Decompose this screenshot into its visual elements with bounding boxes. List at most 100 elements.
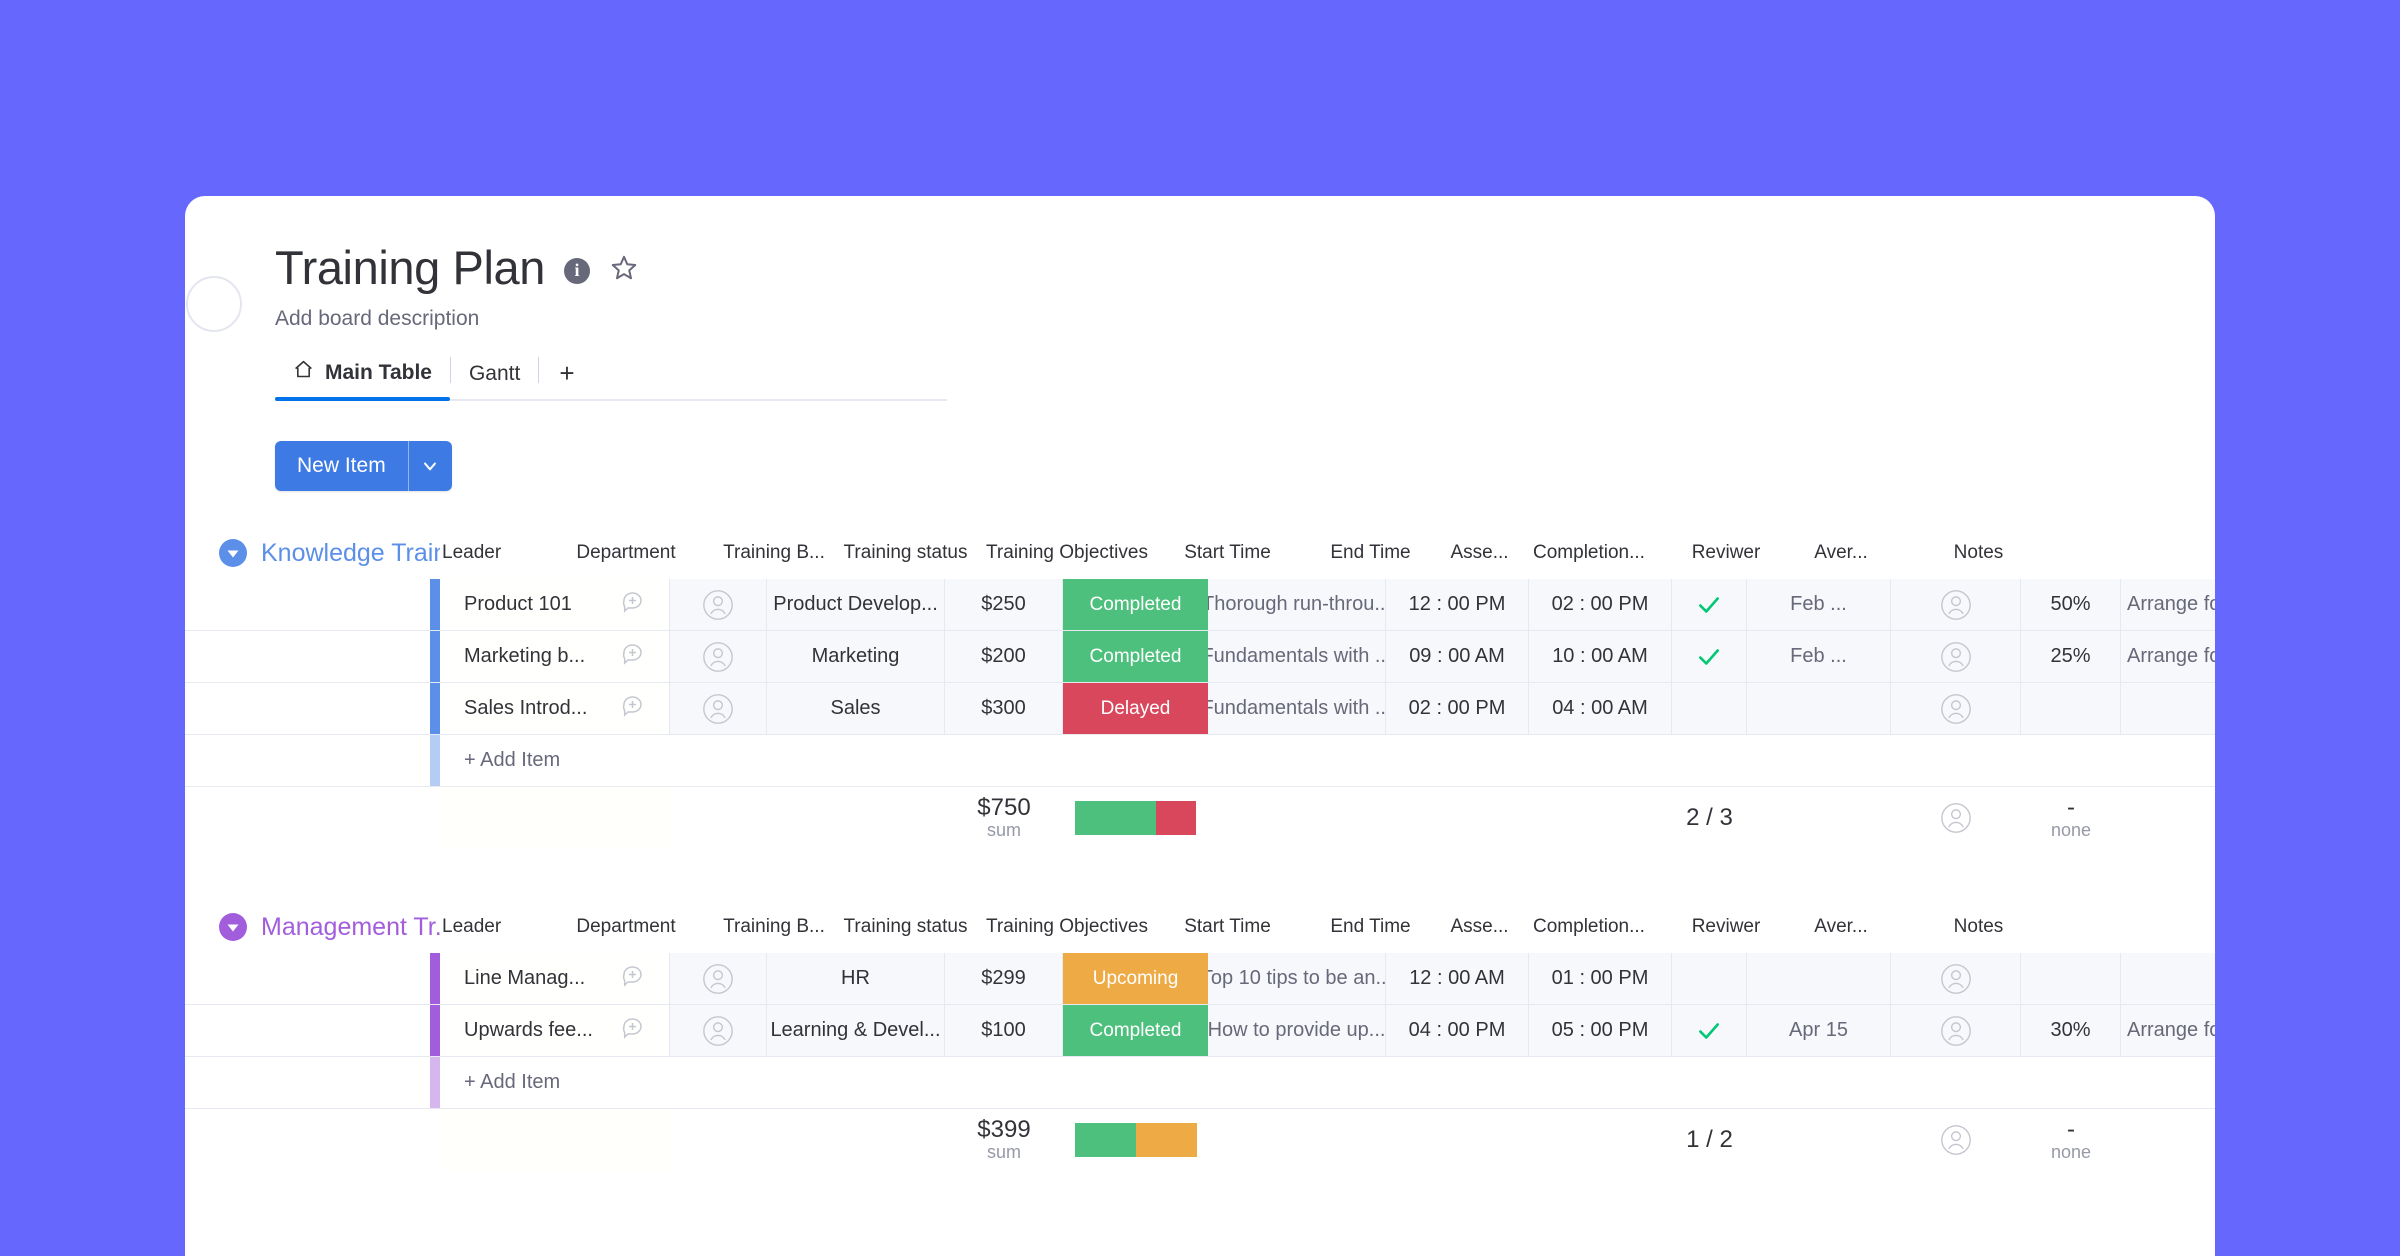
leader-cell[interactable] <box>670 631 767 682</box>
budget-cell[interactable]: $200 <box>945 631 1063 682</box>
assessment-cell[interactable] <box>1672 953 1747 1004</box>
add-update-icon[interactable] <box>621 963 647 995</box>
new-item-button[interactable]: New Item <box>275 441 408 491</box>
star-icon[interactable] <box>609 253 639 288</box>
status-cell[interactable]: Completed <box>1063 1005 1208 1056</box>
start-time-cell[interactable]: 09 : 00 AM <box>1386 631 1529 682</box>
column-header[interactable]: Training status <box>833 542 978 564</box>
start-time-cell[interactable]: 12 : 00 AM <box>1386 953 1529 1004</box>
status-cell[interactable]: Completed <box>1063 631 1208 682</box>
column-header[interactable]: Training status <box>833 916 978 938</box>
assessment-cell[interactable] <box>1672 631 1747 682</box>
objectives-cell[interactable]: How to provide up... <box>1208 1005 1386 1056</box>
column-header[interactable]: Leader <box>440 916 537 938</box>
department-cell[interactable]: HR <box>767 953 945 1004</box>
notes-cell[interactable]: Arrange follow up... <box>2121 1005 2215 1056</box>
column-header[interactable]: Asse... <box>1442 542 1517 564</box>
tab-main-table[interactable]: Main Table <box>275 353 450 401</box>
budget-cell[interactable]: $100 <box>945 1005 1063 1056</box>
summary-budget-cell[interactable]: $750 sum <box>945 787 1063 849</box>
notes-cell[interactable]: Arrange follow up... <box>2121 579 2215 630</box>
reviewer-cell[interactable] <box>1891 953 2021 1004</box>
completion-cell[interactable]: Apr 15 <box>1747 1005 1891 1056</box>
summary-assessment-cell[interactable]: 2 / 3 <box>1672 787 1747 849</box>
summary-reviewer-cell[interactable] <box>1891 1109 2021 1171</box>
average-cell[interactable] <box>2021 683 2121 734</box>
add-item-button[interactable]: + Add Item <box>440 1057 670 1108</box>
end-time-cell[interactable]: 10 : 00 AM <box>1529 631 1672 682</box>
add-update-icon[interactable] <box>621 641 647 673</box>
assessment-cell[interactable] <box>1672 1005 1747 1056</box>
leader-cell[interactable] <box>670 1005 767 1056</box>
table-row[interactable]: Sales Introd... Sales $300 Delayed Fundament… <box>185 683 2215 735</box>
add-tab-button[interactable]: + <box>539 354 594 399</box>
reviewer-cell[interactable] <box>1891 1005 2021 1056</box>
department-cell[interactable]: Learning & Devel... <box>767 1005 945 1056</box>
notes-cell[interactable] <box>2121 683 2215 734</box>
average-cell[interactable]: 50% <box>2021 579 2121 630</box>
average-cell[interactable]: 30% <box>2021 1005 2121 1056</box>
column-header[interactable]: Aver... <box>1791 542 1891 564</box>
start-time-cell[interactable]: 02 : 00 PM <box>1386 683 1529 734</box>
column-header[interactable]: End Time <box>1299 542 1442 564</box>
add-update-icon[interactable] <box>621 693 647 725</box>
back-circle-icon[interactable] <box>186 276 242 332</box>
assessment-cell[interactable] <box>1672 579 1747 630</box>
objectives-cell[interactable]: Fundamentals with ... <box>1208 631 1386 682</box>
add-item-row[interactable]: + Add Item <box>185 1057 2215 1109</box>
chevron-down-circle-icon[interactable] <box>219 539 247 567</box>
chevron-down-circle-icon[interactable] <box>219 913 247 941</box>
objectives-cell[interactable]: Fundamentals with ... <box>1208 683 1386 734</box>
item-name-cell[interactable]: Line Manag... <box>440 953 670 1004</box>
group-title[interactable]: Management Tr... <box>261 913 440 942</box>
objectives-cell[interactable]: Top 10 tips to be an... <box>1208 953 1386 1004</box>
objectives-cell[interactable]: Thorough run-throu... <box>1208 579 1386 630</box>
table-row[interactable]: Marketing b... Marketing $200 Completed Fund… <box>185 631 2215 683</box>
add-update-icon[interactable] <box>621 1015 647 1047</box>
column-header[interactable]: Reviwer <box>1661 916 1791 938</box>
notes-cell[interactable] <box>2121 953 2215 1004</box>
leader-cell[interactable] <box>670 579 767 630</box>
end-time-cell[interactable]: 04 : 00 AM <box>1529 683 1672 734</box>
reviewer-cell[interactable] <box>1891 683 2021 734</box>
department-cell[interactable]: Product Develop... <box>767 579 945 630</box>
item-name-cell[interactable]: Sales Introd... <box>440 683 670 734</box>
end-time-cell[interactable]: 01 : 00 PM <box>1529 953 1672 1004</box>
new-item-dropdown-button[interactable] <box>407 441 452 491</box>
item-name-cell[interactable]: Marketing b... <box>440 631 670 682</box>
average-cell[interactable] <box>2021 953 2121 1004</box>
column-header[interactable]: Leader <box>440 542 537 564</box>
item-name-cell[interactable]: Product 101 <box>440 579 670 630</box>
column-header[interactable]: Completion... <box>1517 542 1661 564</box>
leader-cell[interactable] <box>670 683 767 734</box>
summary-status-cell[interactable] <box>1063 1109 1208 1171</box>
budget-cell[interactable]: $300 <box>945 683 1063 734</box>
status-cell[interactable]: Delayed <box>1063 683 1208 734</box>
column-header[interactable]: Asse... <box>1442 916 1517 938</box>
end-time-cell[interactable]: 05 : 00 PM <box>1529 1005 1672 1056</box>
board-description[interactable]: Add board description <box>275 307 2215 331</box>
table-row[interactable]: Product 101 Product Develop... $250 Complet… <box>185 579 2215 631</box>
column-header[interactable]: Department <box>537 542 715 564</box>
leader-cell[interactable] <box>670 953 767 1004</box>
column-header[interactable]: Notes <box>1891 542 2066 564</box>
end-time-cell[interactable]: 02 : 00 PM <box>1529 579 1672 630</box>
average-cell[interactable]: 25% <box>2021 631 2121 682</box>
table-row[interactable]: Upwards fee... Learning & Devel... $100 Com… <box>185 1005 2215 1057</box>
completion-cell[interactable] <box>1747 683 1891 734</box>
summary-status-cell[interactable] <box>1063 787 1208 849</box>
summary-average-cell[interactable]: - none <box>2021 1109 2121 1171</box>
assessment-cell[interactable] <box>1672 683 1747 734</box>
column-header[interactable]: Start Time <box>1156 542 1299 564</box>
info-icon[interactable]: i <box>563 257 590 284</box>
column-header[interactable]: Training B... <box>715 542 833 564</box>
summary-average-cell[interactable]: - none <box>2021 787 2121 849</box>
add-item-button[interactable]: + Add Item <box>440 735 670 786</box>
start-time-cell[interactable]: 04 : 00 PM <box>1386 1005 1529 1056</box>
summary-reviewer-cell[interactable] <box>1891 787 2021 849</box>
summary-budget-cell[interactable]: $399 sum <box>945 1109 1063 1171</box>
department-cell[interactable]: Marketing <box>767 631 945 682</box>
status-cell[interactable]: Upcoming <box>1063 953 1208 1004</box>
completion-cell[interactable] <box>1747 953 1891 1004</box>
start-time-cell[interactable]: 12 : 00 PM <box>1386 579 1529 630</box>
